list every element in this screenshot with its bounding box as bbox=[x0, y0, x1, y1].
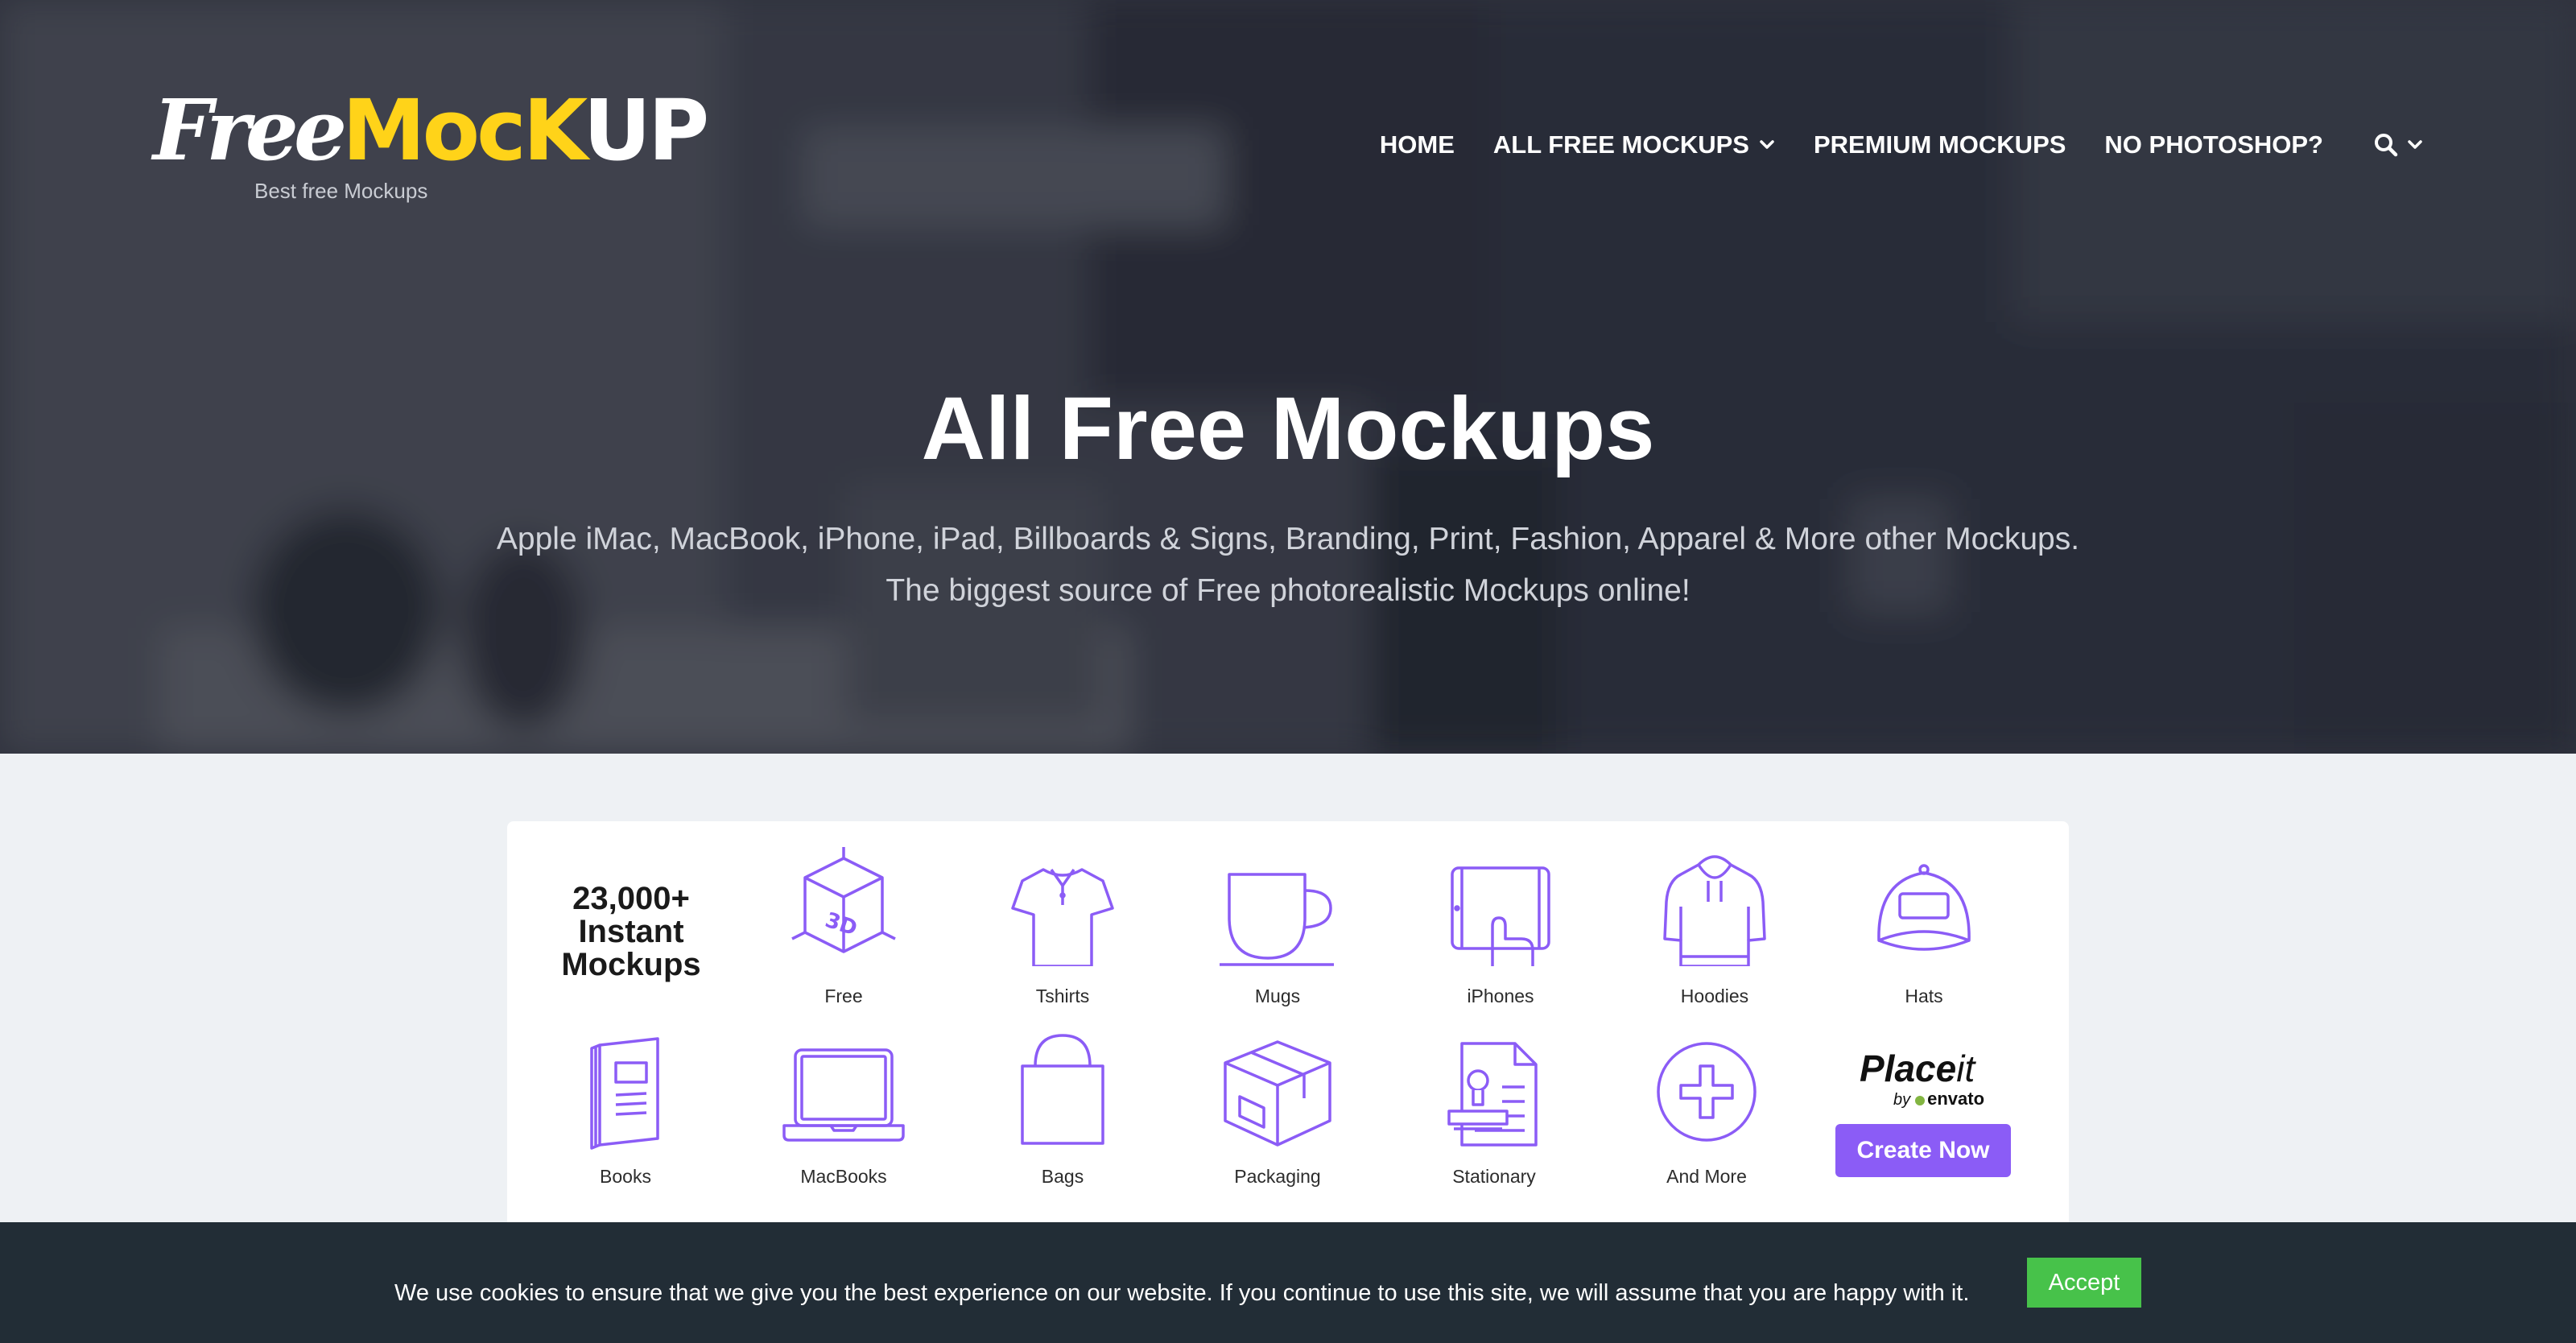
logo-tagline: Best free Mockups bbox=[254, 179, 428, 203]
logo-wordmark: FreeMocKUP bbox=[153, 81, 709, 180]
category-bags[interactable]: Bags bbox=[982, 1031, 1143, 1192]
mockup-count: 23,000+ Instant Mockups bbox=[561, 881, 701, 982]
envato-leaf-icon bbox=[1915, 1096, 1926, 1105]
category-books[interactable]: Books bbox=[545, 1031, 706, 1192]
accept-cookies-button[interactable]: Accept bbox=[2027, 1258, 2141, 1308]
category-tshirts[interactable]: Tshirts bbox=[982, 845, 1143, 1006]
nav-item-premium-mockups[interactable]: PREMIUM MOCKUPS bbox=[1814, 130, 2066, 159]
category-label: Books bbox=[600, 1166, 651, 1187]
hero-section: FreeMocKUP Best free Mockups HOME ALL FR… bbox=[0, 0, 2576, 754]
category-free[interactable]: 3D Free bbox=[763, 845, 924, 1006]
cookie-message: We use cookies to ensure that we give yo… bbox=[394, 1280, 1970, 1306]
category-and-more[interactable]: And More bbox=[1626, 1031, 1787, 1192]
envato-byline: by envato bbox=[1893, 1089, 1985, 1109]
chevron-down-icon bbox=[1760, 140, 1774, 149]
search-toggle[interactable] bbox=[2373, 132, 2423, 158]
category-label: Mugs bbox=[1254, 986, 1301, 1006]
cookie-consent-bar: We use cookies to ensure that we give yo… bbox=[0, 1222, 2576, 1343]
category-label: Hats bbox=[1905, 986, 1943, 1006]
nav-item-no-photoshop[interactable]: NO PHOTOSHOP? bbox=[2104, 130, 2323, 159]
category-label: Packaging bbox=[1234, 1166, 1321, 1187]
category-hats[interactable]: Hats bbox=[1843, 845, 2004, 1006]
category-label: iPhones bbox=[1467, 986, 1534, 1006]
category-iphones[interactable]: iPhones bbox=[1420, 845, 1581, 1006]
mug-icon bbox=[1220, 873, 1334, 966]
nav-item-all-free-mockups[interactable]: ALL FREE MOCKUPS bbox=[1493, 130, 1775, 159]
stationery-icon bbox=[1447, 1042, 1538, 1147]
book-icon bbox=[590, 1037, 659, 1150]
category-label: Free bbox=[824, 986, 863, 1006]
create-now-button[interactable]: Create Now bbox=[1835, 1124, 2011, 1177]
nav-item-home[interactable]: HOME bbox=[1380, 130, 1455, 159]
page-title: All Free Mockups bbox=[921, 379, 1655, 478]
category-label: Hoodies bbox=[1680, 986, 1749, 1006]
hero-subtitle-line-2: The biggest source of Free photorealisti… bbox=[886, 573, 1690, 608]
main-nav: HOME ALL FREE MOCKUPS PREMIUM MOCKUPS NO… bbox=[1341, 129, 2423, 161]
hoodie-icon bbox=[1663, 855, 1766, 966]
category-label: And More bbox=[1666, 1166, 1747, 1187]
category-stationary[interactable]: Stationary bbox=[1414, 1031, 1575, 1192]
placeit-logo: Placeit bbox=[1860, 1048, 1975, 1089]
package-icon bbox=[1224, 1040, 1331, 1147]
category-macbooks[interactable]: MacBooks bbox=[763, 1031, 924, 1192]
hero-subtitle-line-1: Apple iMac, MacBook, iPhone, iPad, Billb… bbox=[496, 522, 2080, 556]
bag-icon bbox=[1021, 1034, 1104, 1145]
site-logo[interactable]: FreeMocKUP Best free Mockups bbox=[153, 89, 709, 209]
plus-circle-icon bbox=[1657, 1042, 1757, 1142]
search-icon bbox=[2375, 134, 2398, 157]
category-mugs[interactable]: Mugs bbox=[1197, 845, 1358, 1006]
category-hoodies[interactable]: Hoodies bbox=[1634, 845, 1795, 1006]
laptop-icon bbox=[782, 1048, 905, 1142]
3d-box-icon: 3D bbox=[791, 847, 896, 953]
phone-hand-icon bbox=[1451, 866, 1550, 966]
svg-text:3D: 3D bbox=[822, 908, 860, 941]
category-label: Tshirts bbox=[1035, 986, 1090, 1006]
category-packaging[interactable]: Packaging bbox=[1197, 1031, 1358, 1192]
category-label: MacBooks bbox=[800, 1166, 887, 1187]
chevron-down-icon bbox=[2408, 140, 2422, 149]
category-label: Bags bbox=[1041, 1166, 1084, 1187]
tshirt-icon bbox=[1011, 868, 1114, 966]
placeit-promo: Placeit by envato Create Now bbox=[1811, 1047, 2037, 1177]
hat-icon bbox=[1877, 864, 1971, 951]
category-label: Stationary bbox=[1452, 1166, 1536, 1187]
